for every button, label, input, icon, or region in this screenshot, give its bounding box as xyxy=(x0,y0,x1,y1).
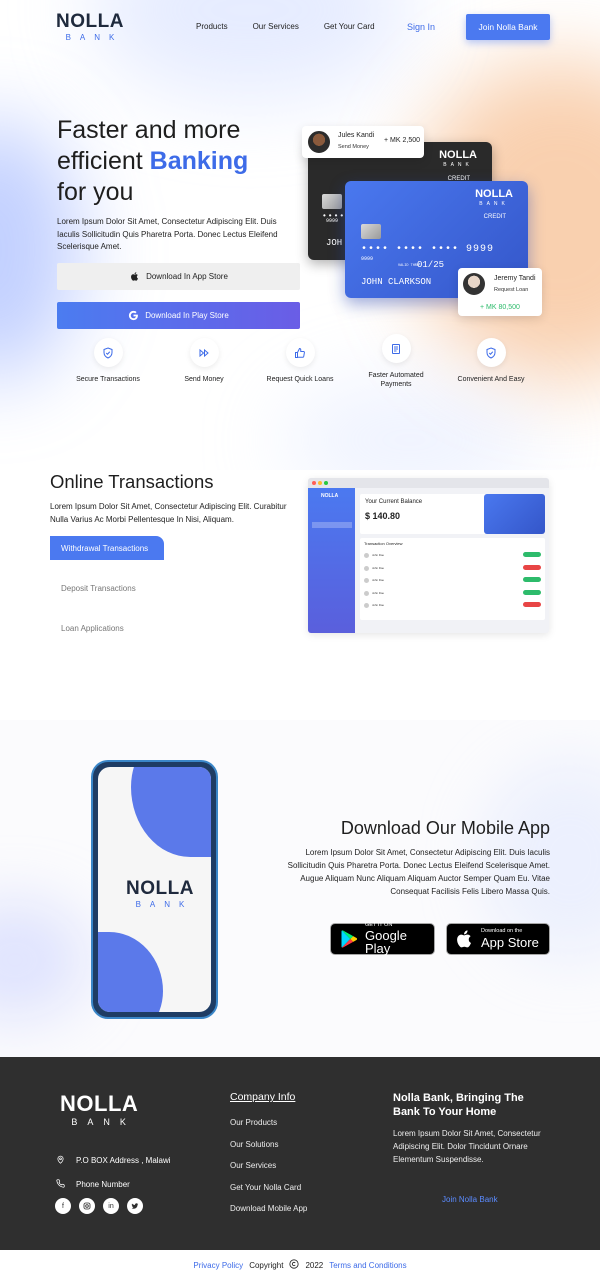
bottom-bar: Privacy Policy Copyright 2022 Terms and … xyxy=(0,1250,600,1280)
footer-address: P.O BOX Address , Malawi xyxy=(56,1155,171,1166)
row-name: John Doe xyxy=(372,590,384,595)
table-row: John Doe xyxy=(364,602,541,609)
mini-credit-card xyxy=(484,494,545,534)
browser-bar xyxy=(308,478,549,488)
row-avatar-icon xyxy=(364,590,369,596)
table-row: John Doe xyxy=(364,564,541,572)
row-avatar-icon xyxy=(364,603,369,608)
footer-link-our-products[interactable]: Our Products xyxy=(230,1118,277,1127)
feature-convenient-and-easy: Convenient And Easy xyxy=(441,338,541,384)
row-name: John Doe xyxy=(372,565,384,570)
transaction-notification: Jules Kandi Send Money + MK 2,500 xyxy=(302,126,424,158)
row-name: John Doe xyxy=(372,578,384,582)
app-store-badge[interactable]: Download on the App Store xyxy=(446,923,550,955)
row-name: John Doe xyxy=(372,553,384,557)
footer-logo[interactable]: NOLLA BANK xyxy=(60,1093,138,1127)
feature-request-quick-loans: Request Quick Loans xyxy=(250,338,350,384)
shield-check-icon xyxy=(476,338,506,367)
top-navigation: NOLLA BANK Products Our Services Get You… xyxy=(0,0,600,56)
shield-check-icon xyxy=(93,338,123,367)
table-row: John Doe xyxy=(364,552,541,559)
sign-in-link[interactable]: Sign In xyxy=(407,22,435,32)
location-pin-icon xyxy=(56,1155,68,1166)
tab-withdrawal-transactions[interactable]: Withdrawal Transactions xyxy=(50,536,164,560)
hero-title-accent: Banking xyxy=(149,147,249,175)
nav-link-get-your-card[interactable]: Get Your Card xyxy=(324,22,375,31)
avatar xyxy=(463,273,485,295)
footer-phone: Phone Number xyxy=(56,1179,130,1190)
phone-mockup: NOLLA BANK xyxy=(91,760,218,1019)
hero-title: Faster and more efficient Banking for yo… xyxy=(57,116,249,206)
google-icon xyxy=(128,310,139,321)
twitter-icon[interactable] xyxy=(127,1198,143,1214)
transaction-table: Transaction Overview John Doe John Doe Joh… xyxy=(360,538,545,620)
status-badge xyxy=(523,577,541,582)
footer-join-link[interactable]: Join Nolla Bank xyxy=(442,1195,498,1204)
row-avatar-icon xyxy=(364,565,369,571)
instagram-icon[interactable] xyxy=(79,1198,95,1214)
footer-link-download-app[interactable]: Download Mobile App xyxy=(230,1204,307,1213)
footer-link-our-services[interactable]: Our Services xyxy=(230,1161,276,1170)
feature-send-money: Send Money xyxy=(154,338,254,384)
join-button[interactable]: Join Nolla Bank xyxy=(466,14,550,40)
status-badge xyxy=(523,564,541,570)
facebook-icon[interactable]: f xyxy=(55,1198,71,1214)
terms-link[interactable]: Terms and Conditions xyxy=(329,1261,406,1270)
nav-link-products[interactable]: Products xyxy=(196,22,228,31)
receipt-icon xyxy=(381,334,411,363)
company-info-heading: Company Info xyxy=(230,1091,296,1103)
copyright-year: 2022 xyxy=(305,1260,324,1270)
social-links: f in xyxy=(55,1198,143,1214)
thumbs-up-icon xyxy=(285,338,315,367)
footer: NOLLA BANK P.O BOX Address , Malawi Phon… xyxy=(0,1057,600,1250)
online-transactions-description: Lorem Ipsum Dolor Sit Amet, Consectetur … xyxy=(50,502,287,524)
nav-links: Products Our Services Get Your Card xyxy=(196,22,400,31)
play-store-button[interactable]: Download In Play Store xyxy=(57,302,300,329)
row-avatar-icon xyxy=(364,578,369,583)
apple-icon xyxy=(129,271,140,282)
online-transactions-title: Online Transactions xyxy=(50,471,214,492)
tab-loan-applications[interactable]: Loan Applications xyxy=(50,616,124,640)
tab-deposit-transactions[interactable]: Deposit Transactions xyxy=(50,576,136,600)
table-row: John Doe xyxy=(364,577,541,584)
hero-description: Lorem Ipsum Dolor Sit Amet, Consectetur … xyxy=(57,217,278,251)
footer-link-get-card[interactable]: Get Your Nolla Card xyxy=(230,1183,301,1192)
nav-link-our-services[interactable]: Our Services xyxy=(253,22,299,31)
privacy-policy-link[interactable]: Privacy Policy xyxy=(193,1261,243,1270)
app-logo: NOLLA BANK xyxy=(126,878,194,909)
fast-forward-icon xyxy=(189,338,219,367)
table-row: John Doe xyxy=(364,589,541,597)
status-badge xyxy=(523,589,541,595)
apple-icon xyxy=(455,929,475,949)
balance-card: Your Current Balance $ 140.80 xyxy=(360,494,487,534)
card-chip-icon xyxy=(361,224,381,239)
copyright-label: Copyright xyxy=(249,1260,284,1270)
footer-tagline: Nolla Bank, Bringing The Bank To Your Ho… xyxy=(393,1092,524,1118)
row-avatar-icon xyxy=(364,553,369,558)
loan-notification: Jeremy Tandi Request Loan + MK 80,500 xyxy=(458,268,542,316)
mobile-app-description: Lorem Ipsum Dolor Sit Amet, Consectetur … xyxy=(287,848,550,896)
row-name: John Doe xyxy=(372,603,384,607)
mobile-app-title: Download Our Mobile App xyxy=(340,818,550,838)
status-badge xyxy=(523,602,541,607)
dashboard-sidebar: NOLLA xyxy=(308,488,355,633)
feature-faster-automated-payments: Faster Automated Payments xyxy=(346,334,446,389)
status-badge xyxy=(523,552,541,557)
linkedin-icon[interactable]: in xyxy=(103,1198,119,1214)
footer-link-our-solutions[interactable]: Our Solutions xyxy=(230,1140,278,1149)
avatar xyxy=(306,129,332,155)
dashboard-preview: NOLLA Your Current Balance $ 140.80 Tran… xyxy=(308,478,549,633)
phone-screen: NOLLA BANK xyxy=(98,767,211,1012)
app-store-button[interactable]: Download In App Store xyxy=(57,263,300,290)
card-chip-icon xyxy=(322,194,342,209)
card-brand: NOLLA BANK xyxy=(439,149,477,168)
brand-logo[interactable]: NOLLA BANK xyxy=(56,12,124,42)
phone-icon xyxy=(56,1179,68,1190)
google-play-badge[interactable]: GET IT ON Google Play xyxy=(330,922,435,955)
google-play-icon xyxy=(339,929,359,949)
footer-tagline-description: Lorem Ipsum Dolor Sit Amet, Consectetur … xyxy=(393,1129,541,1164)
copyright-icon xyxy=(289,1259,300,1271)
card-brand: NOLLA BANK xyxy=(475,188,513,207)
feature-secure-transactions: Secure Transactions xyxy=(58,338,158,384)
